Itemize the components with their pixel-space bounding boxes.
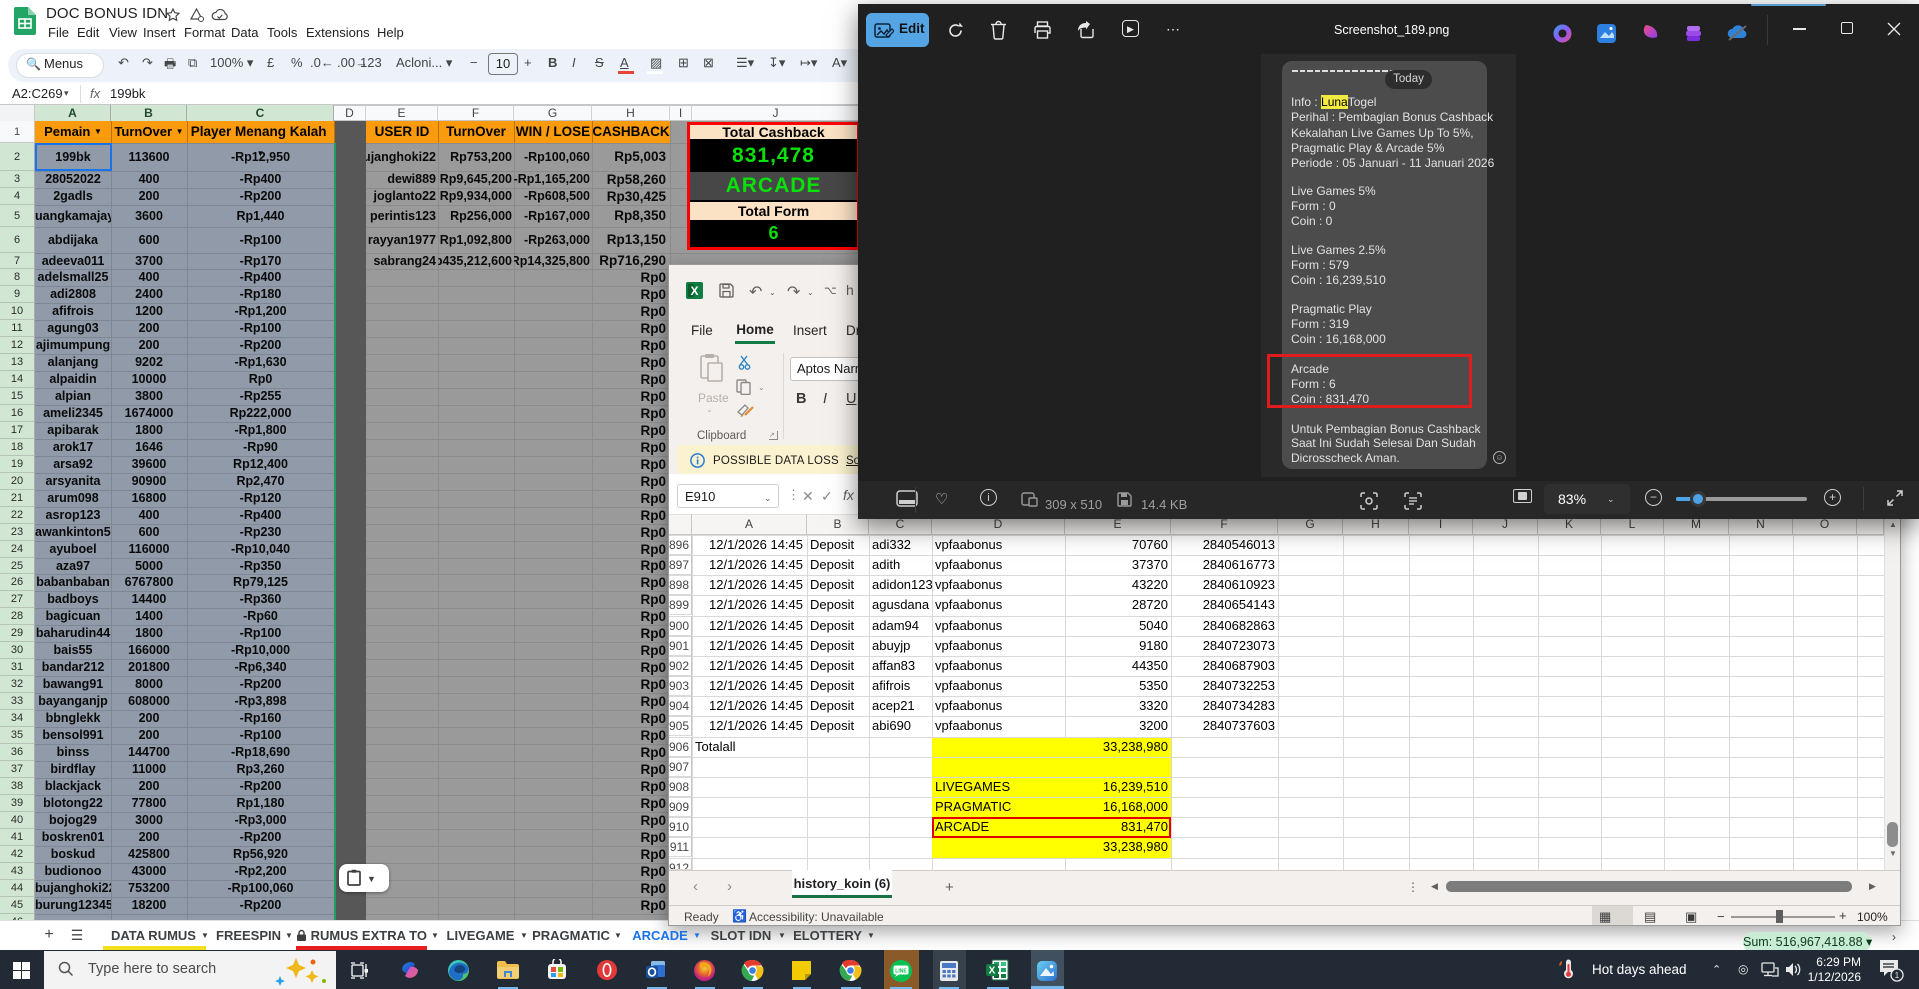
svg-text:X: X: [989, 966, 996, 977]
svg-text:LINE: LINE: [895, 969, 907, 975]
svg-text:1: 1: [1895, 971, 1900, 980]
svg-text:X: X: [690, 284, 698, 298]
